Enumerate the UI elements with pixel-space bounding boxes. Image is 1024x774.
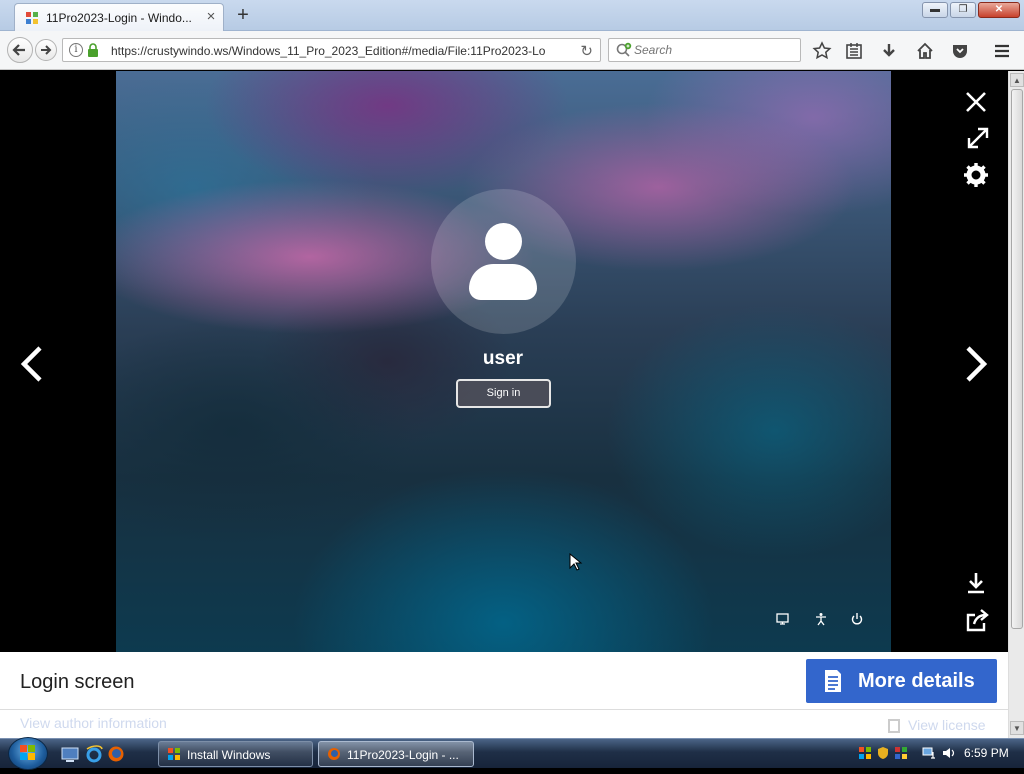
download-icon[interactable] [961, 568, 991, 598]
close-icon[interactable] [961, 87, 991, 117]
page-favicon-icon [26, 12, 38, 24]
reload-icon[interactable]: ↻ [580, 42, 593, 60]
power-icon [850, 612, 864, 626]
bookmark-star-icon[interactable] [812, 41, 832, 61]
forward-button[interactable] [35, 39, 57, 61]
avatar-head-icon [485, 223, 522, 260]
search-bar[interactable] [608, 38, 801, 62]
tab-close-icon[interactable]: × [203, 9, 219, 25]
accessibility-icon [814, 612, 828, 626]
login-screenshot-image: user Sign in [116, 71, 891, 652]
volume-icon[interactable] [942, 746, 956, 760]
reading-list-icon[interactable] [844, 41, 864, 61]
forward-icon [41, 45, 52, 55]
license-link[interactable]: View license [888, 717, 986, 734]
url-text[interactable]: https://crustywindo.ws/Windows_11_Pro_20… [111, 44, 551, 58]
info-icon[interactable]: i [69, 43, 83, 57]
login-corner-icons [776, 612, 866, 628]
start-button[interactable] [8, 737, 48, 770]
minimize-button[interactable]: ▬ [922, 2, 948, 18]
media-caption: Login screen More details View author in… [0, 652, 1008, 738]
vertical-scrollbar[interactable]: ▲ ▼ [1008, 71, 1024, 738]
caption-divider [0, 709, 1008, 710]
license-icon [888, 719, 900, 734]
username-label: user [482, 348, 524, 369]
share-icon[interactable] [962, 605, 992, 635]
window-controls: ▬ ❐ ✕ [922, 2, 1020, 20]
taskbar-button-install-windows[interactable]: Install Windows [158, 741, 313, 767]
security-shield-icon[interactable] [876, 746, 890, 760]
tray-app-icon[interactable] [858, 746, 872, 760]
pocket-icon[interactable] [950, 41, 970, 61]
clock[interactable]: 6:59 PM [964, 746, 1009, 760]
back-button[interactable] [7, 37, 33, 63]
more-details-label: More details [858, 670, 975, 692]
install-windows-icon [168, 748, 180, 760]
mouse-cursor-icon [569, 553, 583, 571]
taskbar-button-label: 11Pro2023-Login - ... [347, 748, 459, 762]
tab-title: 11Pro2023-Login - Windo... [46, 11, 192, 25]
search-input[interactable] [634, 42, 794, 58]
windows-logo-icon [20, 745, 35, 760]
chevron-right-icon[interactable] [960, 344, 992, 384]
home-icon[interactable] [915, 41, 935, 61]
download-icon[interactable] [879, 41, 899, 61]
navigation-toolbar: i https://crustywindo.ws/Windows_11_Pro_… [0, 31, 1024, 70]
url-bar[interactable]: i https://crustywindo.ws/Windows_11_Pro_… [62, 38, 601, 62]
menu-icon[interactable] [992, 41, 1012, 61]
document-icon [825, 670, 841, 692]
restore-button[interactable]: ❐ [950, 2, 976, 18]
chevron-left-icon[interactable] [16, 344, 48, 384]
page-content: user Sign in Login screen More details V… [0, 71, 1008, 738]
action-center-icon[interactable] [894, 746, 908, 760]
taskbar-button-firefox[interactable]: 11Pro2023-Login - ... [318, 741, 474, 767]
fullscreen-icon[interactable] [963, 123, 993, 153]
network-icon [776, 612, 790, 626]
sign-in-button: Sign in [456, 379, 551, 408]
author-info-link[interactable]: View author information [20, 715, 167, 731]
tab-strip: 11Pro2023-Login - Windo... × + ▬ ❐ ✕ [0, 0, 1024, 31]
taskbar-button-label: Install Windows [187, 748, 271, 762]
new-tab-button[interactable]: + [233, 5, 253, 26]
avatar-body-icon [469, 264, 537, 300]
media-viewer: user Sign in [0, 71, 1008, 652]
network-status-icon[interactable] [922, 746, 936, 760]
search-icon[interactable] [615, 42, 633, 58]
scroll-down-icon[interactable]: ▼ [1010, 721, 1024, 735]
window-close-button[interactable]: ✕ [978, 2, 1020, 18]
lock-icon[interactable] [87, 43, 99, 57]
more-details-button[interactable]: More details [806, 659, 997, 703]
back-icon [12, 44, 25, 56]
avatar [431, 189, 576, 334]
license-label: View license [908, 717, 986, 733]
browser-tab[interactable]: 11Pro2023-Login - Windo... × [14, 3, 224, 31]
show-desktop-icon[interactable] [61, 745, 79, 763]
scrollbar-thumb[interactable] [1011, 89, 1023, 629]
taskbar: Install Windows 11Pro2023-Login - ... 6:… [0, 737, 1024, 770]
firefox-icon[interactable] [107, 745, 125, 763]
internet-explorer-icon[interactable] [85, 745, 103, 763]
scroll-up-icon[interactable]: ▲ [1010, 73, 1024, 87]
media-title: Login screen [20, 671, 135, 693]
gear-icon[interactable] [961, 160, 991, 190]
firefox-icon [328, 748, 340, 760]
